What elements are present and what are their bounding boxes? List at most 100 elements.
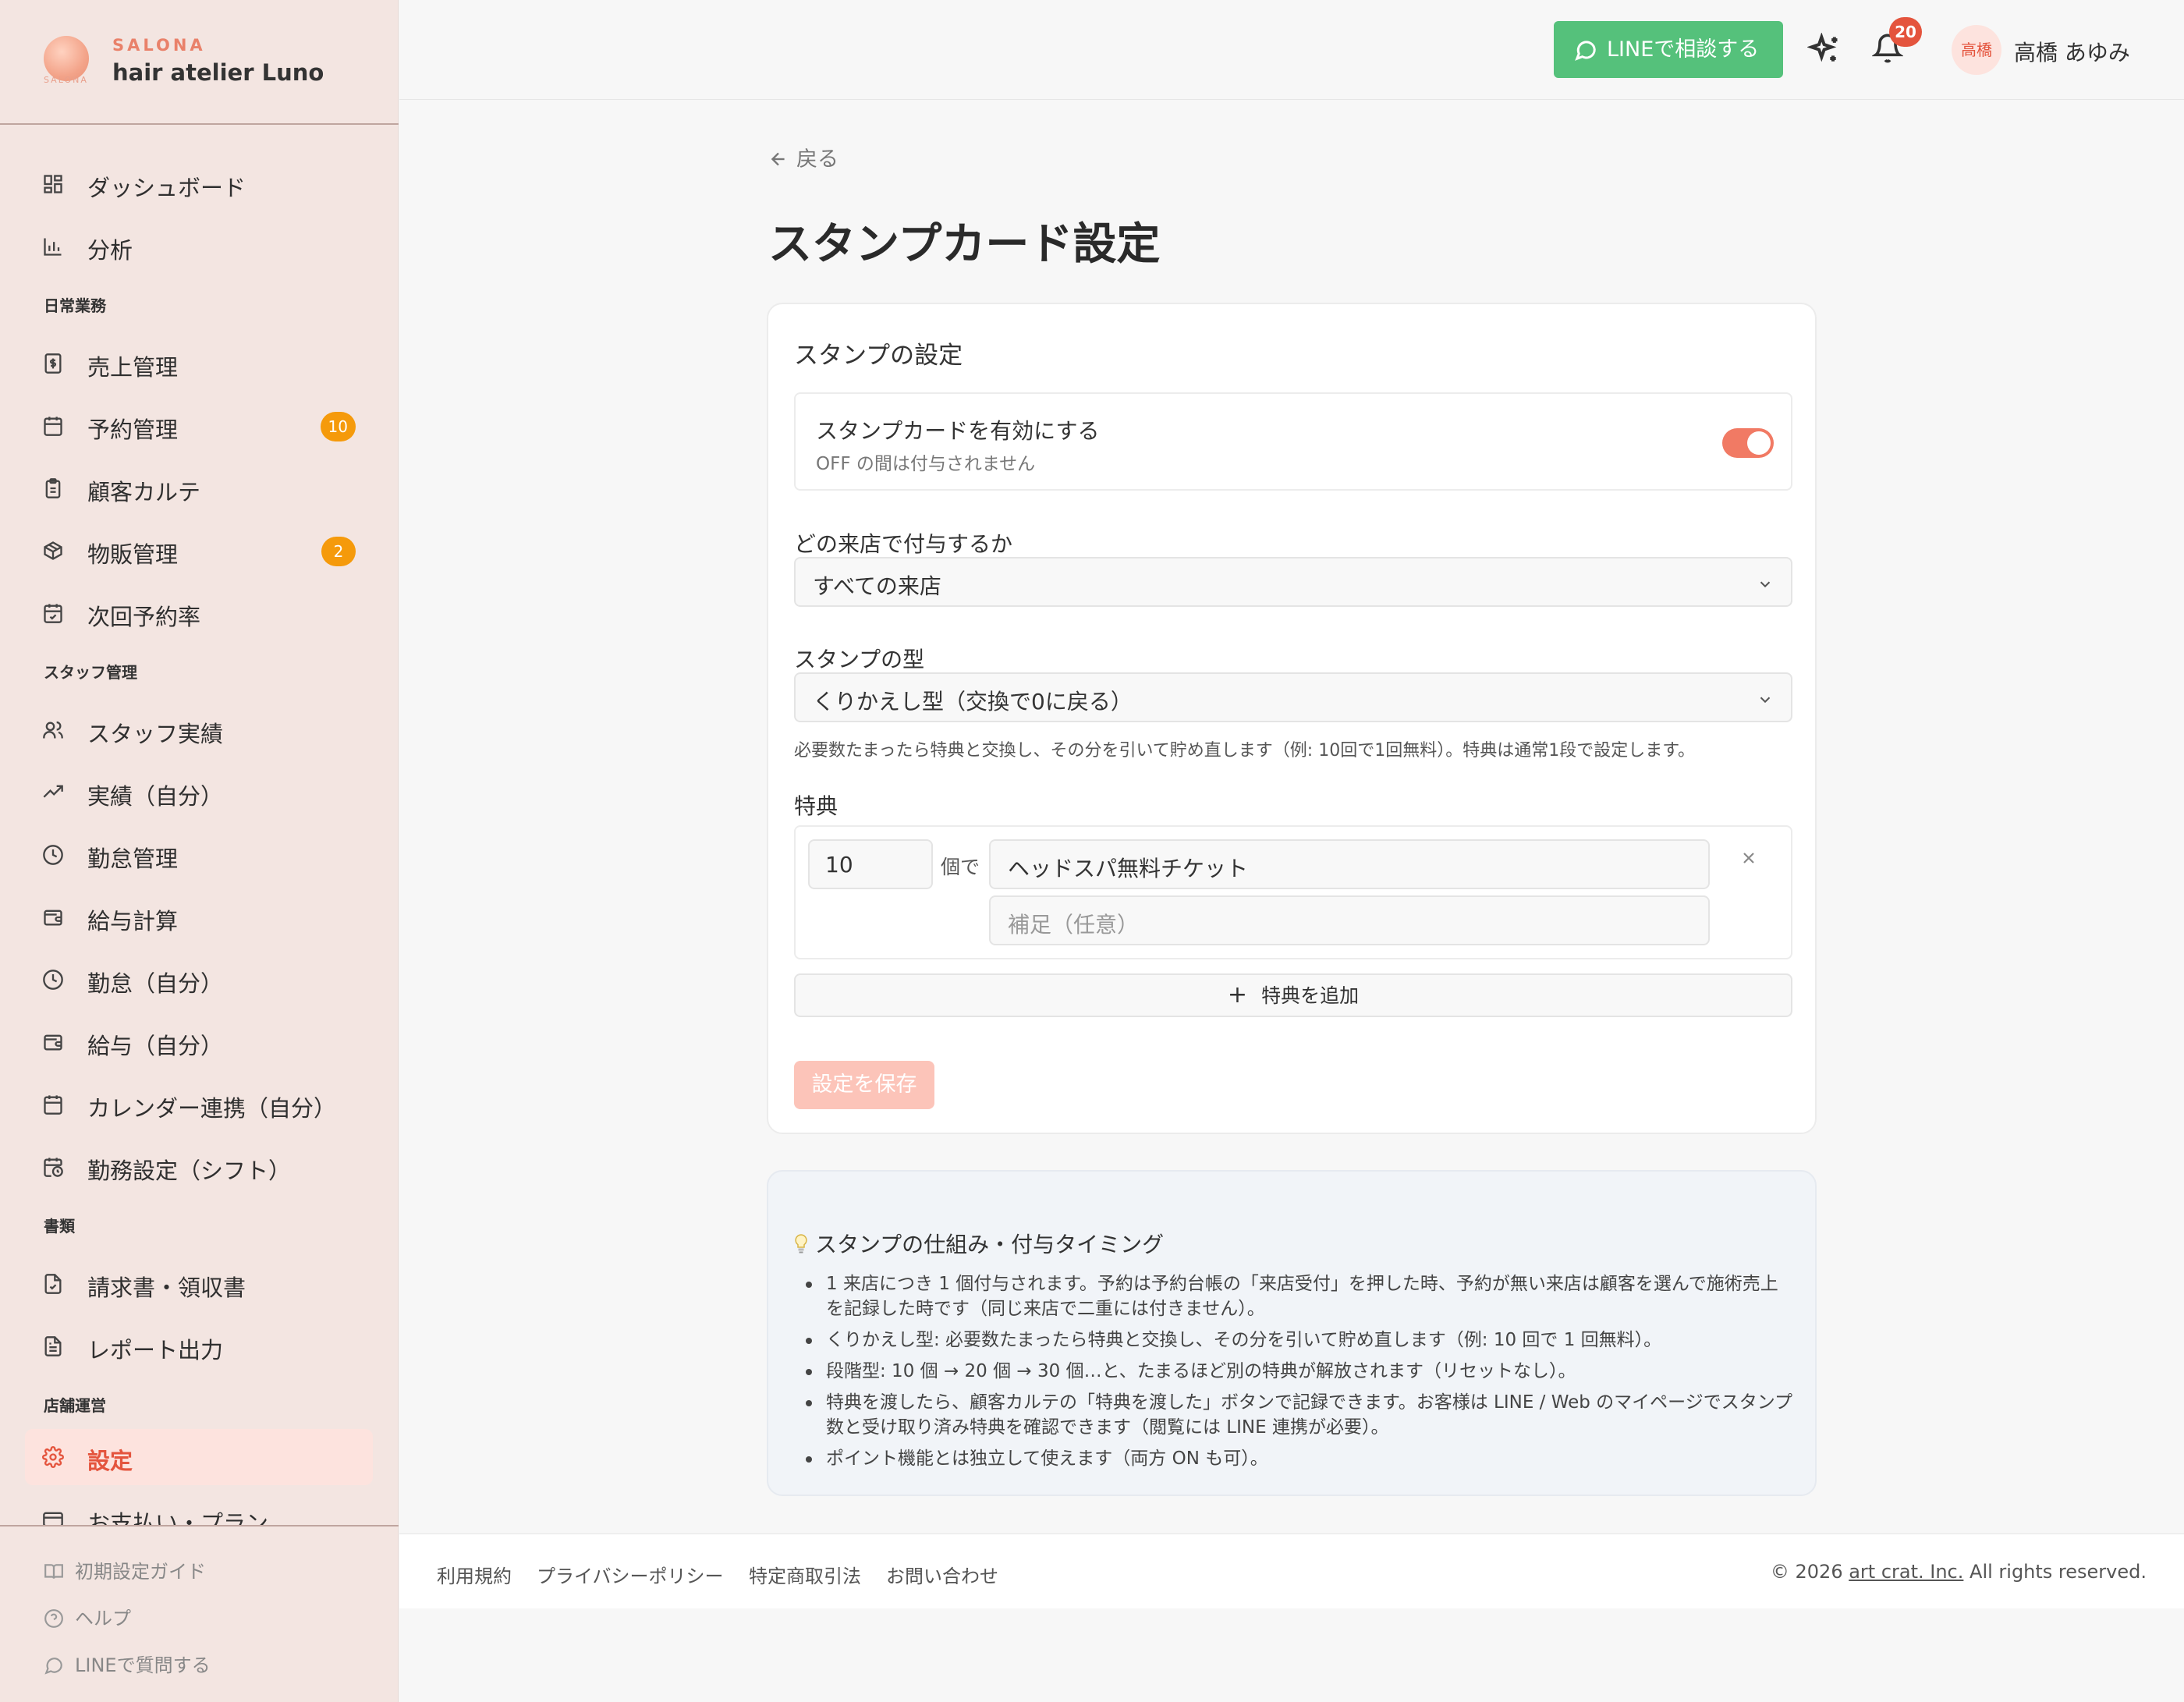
sidebar-item-sales[interactable]: 売上管理 [25, 335, 373, 392]
user-name[interactable]: 高橋 あゆみ [2014, 36, 2130, 67]
sidebar-item-analytics[interactable]: 分析 [25, 218, 373, 275]
chevron-down-icon [1760, 581, 1771, 588]
sidebar-footer: 初期設定ガイド ヘルプ LINEで質問する [0, 1525, 399, 1702]
sidebar-item-reports[interactable]: レポート出力 [25, 1318, 373, 1374]
grant-timing-value: すべての来店 [813, 573, 941, 599]
company-link[interactable]: art crat. Inc. [1849, 1561, 1963, 1583]
sidebar-item-products[interactable]: 物販管理 2 [25, 523, 373, 579]
info-list: 1 来店につき 1 個付与されます。予約は予約台帳の「来店受付」を押した時、予約… [803, 1271, 1793, 1477]
line-consult-label: LINEで相談する [1607, 37, 1760, 62]
sidebar-item-label: 予約管理 [87, 417, 179, 443]
sidebar-item-label: 勤怠（自分） [87, 970, 224, 997]
calendar-icon [42, 1094, 64, 1115]
add-reward-label: 特典を追加 [1261, 984, 1360, 1007]
contact-link[interactable]: お問い合わせ [886, 1561, 998, 1588]
sidebar-item-label: カレンダー連携（自分） [87, 1095, 337, 1122]
list-item: ポイント機能とは独立して使えます（両方 ON も可）。 [803, 1446, 1793, 1471]
line-question-label: LINEで質問する [75, 1654, 211, 1676]
stamp-type-select[interactable]: くりかえし型（交換で0に戻る） [794, 672, 1792, 722]
setup-guide-link[interactable]: 初期設定ガイド [44, 1556, 206, 1583]
wallet-icon [42, 906, 64, 928]
info-title: スタンプの仕組み・付与タイミング [793, 1228, 1164, 1259]
users-icon [42, 719, 64, 741]
section-daily: 日常業務 [44, 296, 106, 315]
file-check-icon [42, 1273, 64, 1295]
reward-count-input[interactable]: 10 [808, 839, 933, 889]
save-settings-button[interactable]: 設定を保存 [794, 1061, 934, 1109]
reward-name-input[interactable]: ヘッドスパ無料チケット [989, 839, 1710, 889]
copyright: © 2026 art crat. Inc. All rights reserve… [1771, 1561, 2147, 1583]
wallet-icon [42, 1031, 64, 1053]
lightbulb-icon [795, 1234, 807, 1253]
sidebar-item-my-pay[interactable]: 給与（自分） [25, 1014, 373, 1070]
sidebar-item-staff-performance[interactable]: スタッフ実績 [25, 702, 373, 758]
clock-icon [42, 969, 64, 991]
sidebar-item-label: 勤務設定（シフト） [87, 1158, 292, 1184]
sparkles-icon[interactable] [1806, 32, 1842, 67]
add-reward-button[interactable]: + 特典を追加 [794, 973, 1792, 1017]
copyright-prefix: © 2026 [1770, 1561, 1849, 1583]
sidebar-item-payroll[interactable]: 給与計算 [25, 889, 373, 945]
line-consult-button[interactable]: LINEで相談する [1554, 21, 1783, 78]
sidebar-item-label: 給与計算 [87, 908, 179, 934]
sidebar-item-label: お支払い・プラン [87, 1510, 269, 1525]
reservations-count-badge: 10 [320, 412, 356, 441]
sidebar-item-attendance[interactable]: 勤怠管理 [25, 827, 373, 883]
gear-icon [42, 1446, 64, 1468]
reward-note-placeholder: 補足（任意） [1008, 912, 1140, 938]
section-staff: スタッフ管理 [44, 663, 137, 682]
clipboard-icon [42, 477, 64, 499]
sidebar-item-label: 次回予約率 [87, 604, 201, 630]
trending-up-icon [42, 782, 64, 803]
sidebar-item-label: 顧客カルテ [87, 479, 201, 505]
brand-logo-subtext: SALONA [44, 75, 88, 85]
grant-timing-select[interactable]: すべての来店 [794, 557, 1792, 607]
stamp-settings-card: スタンプの設定 スタンプカードを有効にする OFF の間は付与されません どの来… [767, 303, 1817, 1134]
sidebar-item-label: 設定 [87, 1448, 133, 1474]
reward-note-input[interactable]: 補足（任意） [989, 895, 1710, 945]
sidebar-item-label: ダッシュボード [87, 175, 246, 201]
back-label: 戻る [796, 147, 838, 172]
privacy-link[interactable]: プライバシーポリシー [537, 1561, 724, 1588]
sidebar-item-label: 実績（自分） [87, 783, 224, 810]
sidebar-item-label: スタッフ実績 [87, 721, 224, 747]
sidebar-item-my-performance[interactable]: 実績（自分） [25, 764, 373, 821]
sidebar-item-label: 請求書・領収書 [87, 1275, 246, 1301]
sidebar-item-calendar-sync[interactable]: カレンダー連携（自分） [25, 1076, 373, 1133]
sidebar-item-dashboard[interactable]: ダッシュボード [25, 156, 373, 212]
avatar[interactable]: 高橋 [1952, 25, 2001, 75]
back-link[interactable]: 戻る [768, 142, 838, 172]
terms-link[interactable]: 利用規約 [437, 1561, 512, 1588]
sidebar-item-reservations[interactable]: 予約管理 10 [25, 398, 373, 454]
stamp-type-label: スタンプの型 [794, 647, 925, 672]
sidebar-item-billing[interactable]: お支払い・プラン [25, 1491, 373, 1525]
list-item: 1 来店につき 1 個付与されます。予約は予約台帳の「来店受付」を押した時、予約… [803, 1271, 1793, 1321]
brand[interactable]: SALONA SALONA hair atelier Luno [0, 0, 399, 125]
help-link[interactable]: ヘルプ [44, 1603, 131, 1630]
grant-timing-label: どの来店で付与するか [794, 531, 1013, 557]
enable-stamp-card-toggle[interactable] [1722, 428, 1774, 458]
sidebar-item-invoices[interactable]: 請求書・領収書 [25, 1256, 373, 1312]
line-question-link[interactable]: LINEで質問する [44, 1650, 211, 1677]
reward-name-value: ヘッドスパ無料チケット [1008, 856, 1249, 881]
sidebar-item-next-rate[interactable]: 次回予約率 [25, 585, 373, 641]
sidebar-item-label: レポート出力 [87, 1337, 224, 1363]
help-label: ヘルプ [75, 1608, 131, 1629]
stamp-info-panel: スタンプの仕組み・付与タイミング 1 来店につき 1 個付与されます。予約は予約… [767, 1170, 1817, 1496]
stamp-type-help: 必要数たまったら特典と交換し、その分を引いて貯め直します（例: 10回で1回無料… [794, 741, 1695, 761]
sidebar: SALONA SALONA hair atelier Luno ダッシュボード … [0, 0, 399, 1702]
calendar-check-icon [42, 602, 64, 624]
sidebar-item-label: 勤怠管理 [87, 846, 179, 872]
close-icon[interactable] [1739, 849, 1758, 867]
chat-bubble-icon [44, 1658, 62, 1675]
clock-icon [42, 844, 64, 866]
sidebar-item-my-attendance[interactable]: 勤怠（自分） [25, 952, 373, 1008]
commerce-law-link[interactable]: 特定商取引法 [749, 1561, 861, 1588]
sidebar-item-shift[interactable]: 勤務設定（シフト） [25, 1139, 373, 1195]
products-count-badge: 2 [321, 537, 356, 566]
sidebar-item-label: 分析 [87, 237, 133, 264]
sidebar-item-settings[interactable]: 設定 [25, 1429, 373, 1485]
list-item: くりかえし型: 必要数たまったら特典と交換し、その分を引いて貯め直します（例: … [803, 1328, 1793, 1353]
toggle-title: スタンプカードを有効にする [816, 418, 1100, 444]
sidebar-item-karte[interactable]: 顧客カルテ [25, 460, 373, 516]
